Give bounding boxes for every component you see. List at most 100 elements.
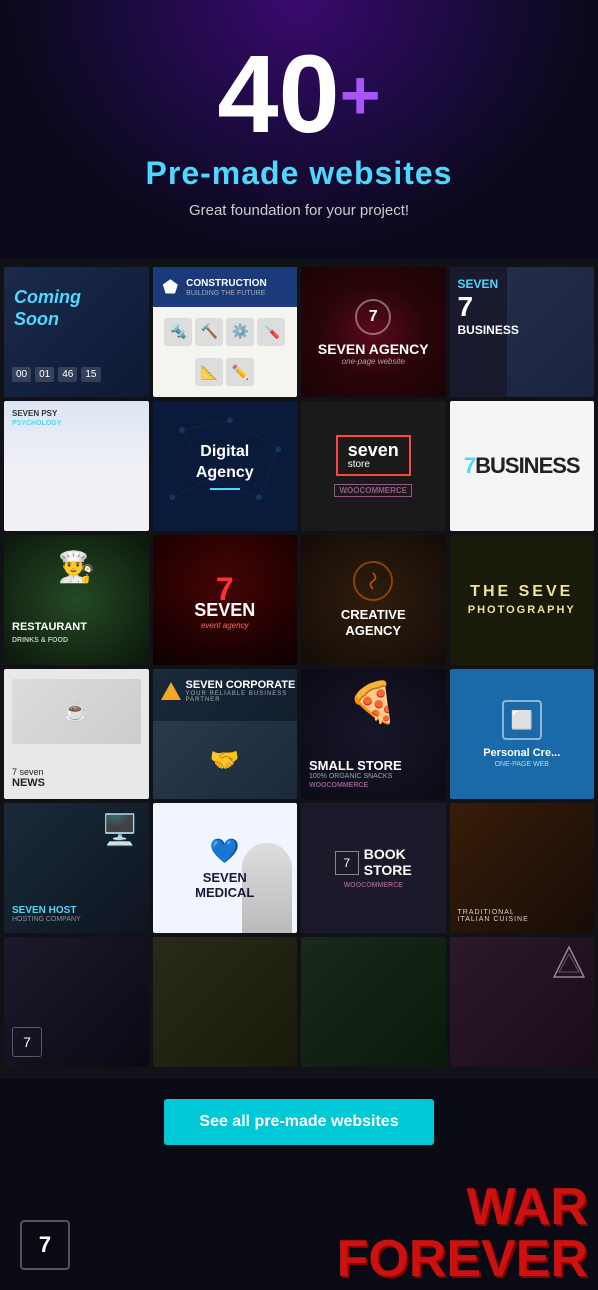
italian-label: TraditionalItalian Cuisine: [458, 909, 587, 923]
grid-row-3: 👨‍🍳 RESTAURANTdrinks & food 7 SEVEN even…: [4, 535, 594, 665]
personal-icon: ⬜: [502, 700, 542, 740]
psy-sub: PSYCHOLOGY: [12, 420, 61, 427]
host-sub: HOSTING COMPANY: [12, 916, 81, 923]
tile-coming-soon[interactable]: ComingSoon 00 01 46 15: [4, 267, 149, 397]
da-line: [210, 488, 240, 490]
tile-news[interactable]: ☕ 7 seven NEWS: [4, 669, 149, 799]
tile-dark3[interactable]: [301, 937, 446, 1067]
tile-digital-agency[interactable]: DigitalAgency: [153, 401, 298, 531]
hero-plus: +: [340, 55, 381, 135]
italian-content: TraditionalItalian Cuisine: [458, 909, 587, 923]
tool-2: 🔨: [195, 318, 223, 346]
hero-count: 40: [217, 40, 339, 150]
book-store-label: BOOKSTORE: [364, 847, 412, 878]
tile-photography[interactable]: THE SEVE PHOTOGRAPHY: [450, 535, 595, 665]
corporate-text: SEVEN CORPORATE YOUR RELIABLE BUSINESS P…: [186, 679, 298, 703]
store-sub: store: [348, 459, 399, 470]
small-store-content: SMALL STORE 100% ORGANIC SNACKS WOOCOMME…: [309, 758, 438, 789]
news-7: 7 seven: [12, 767, 45, 777]
tile-dark2[interactable]: [153, 937, 298, 1067]
seven-badge: 7: [20, 1220, 70, 1270]
chef-icon: 👨‍🍳: [58, 550, 95, 585]
restaurant-label: RESTAURANTdrinks & food: [12, 621, 87, 645]
tile-host[interactable]: 🖥️ SEVEN HOST HOSTING COMPANY: [4, 803, 149, 933]
host-name: SEVEN HOST: [12, 905, 81, 916]
7business-logo: 7BUSINESS: [464, 453, 580, 479]
see-all-websites-button[interactable]: See all pre-made websites: [164, 1099, 433, 1145]
hero-number-container: 40+: [20, 40, 578, 150]
news-image: ☕: [12, 679, 141, 744]
tile-seven-event[interactable]: 7 SEVEN event agency: [153, 535, 298, 665]
tool-6: ✏️: [226, 358, 254, 386]
tile-seven-psy[interactable]: SEVEN PSYPSYCHOLOGY: [4, 401, 149, 531]
business-content: SEVEN 7 BUSINESS: [458, 277, 519, 337]
war-text: WAR: [337, 1181, 588, 1233]
cta-section: See all pre-made websites: [0, 1079, 598, 1170]
host-label: SEVEN HOST HOSTING COMPANY: [12, 905, 81, 923]
tile-seven-store[interactable]: seven store WOOCOMMERCE: [301, 401, 446, 531]
heartbeat-icon: 💙: [195, 837, 254, 866]
coffee-icon: ☕: [64, 699, 89, 724]
forever-text: FOREVER: [337, 1233, 588, 1285]
seven-agency-sub: one-page website: [342, 357, 405, 366]
grid-row-4: ☕ 7 seven NEWS SEVEN CORPORATE YOUR RELI…: [4, 669, 594, 799]
business-bg: [507, 267, 594, 397]
personal-label: Personal Cre...: [483, 746, 560, 760]
corp-triangle-icon: [161, 682, 181, 700]
seven-agency-name: SEVEN AGENCY: [318, 341, 429, 357]
news-logo: 7 seven NEWS: [12, 767, 45, 789]
construction-title: CONSTRUCTION BUILDING THE FUTURE: [186, 278, 267, 297]
hero-tagline: Great foundation for your project!: [20, 202, 578, 219]
event-seven: SEVEN: [194, 600, 255, 621]
small-store-woo: WOOCOMMERCE: [309, 782, 438, 789]
pizza-icon: 🍕: [348, 679, 398, 726]
construction-header: ⬟ CONSTRUCTION BUILDING THE FUTURE: [153, 267, 298, 307]
book-icon: 7: [335, 851, 359, 875]
tile-seven-agency[interactable]: 7 SEVEN AGENCY one-page website: [301, 267, 446, 397]
hero-subtitle: Pre-made websites: [20, 155, 578, 192]
photography-text: PHOTOGRAPHY: [468, 603, 576, 617]
tile-personal[interactable]: ⬜ Personal Cre... ONE-PAGE WEB: [450, 669, 595, 799]
tile-corporate[interactable]: SEVEN CORPORATE YOUR RELIABLE BUSINESS P…: [153, 669, 298, 799]
restaurant-sub: drinks & food: [12, 637, 68, 644]
tile-creative-agency[interactable]: CREATIVEAGENCY: [301, 535, 446, 665]
personal-sub: ONE-PAGE WEB: [495, 761, 549, 768]
seven-circle: 7: [355, 299, 391, 335]
small-store-name: SMALL STORE: [309, 758, 438, 773]
tile-book-store[interactable]: 7 BOOKSTORE WOOCOMMERCE: [301, 803, 446, 933]
tool-3: ⚙️: [226, 318, 254, 346]
psy-label: SEVEN PSYPSYCHOLOGY: [12, 409, 61, 427]
dark1-icon: 7: [12, 1027, 42, 1057]
tool-4: 🪛: [257, 318, 285, 346]
server-icon: 🖥️: [101, 813, 138, 848]
tile-small-store[interactable]: 🍕 SMALL STORE 100% ORGANIC SNACKS WOOCOM…: [301, 669, 446, 799]
tile-medical[interactable]: 💙 SEVENMEDICAL: [153, 803, 298, 933]
tile-restaurant[interactable]: 👨‍🍳 RESTAURANTdrinks & food: [4, 535, 149, 665]
medical-content: 💙 SEVENMEDICAL: [195, 837, 254, 900]
corporate-content: SEVEN CORPORATE YOUR RELIABLE BUSINESS P…: [161, 679, 298, 703]
handshake-area: 🤝: [153, 721, 298, 799]
digital-agency-label: DigitalAgency: [196, 442, 254, 484]
tile-7business[interactable]: 7BUSINESS: [450, 401, 595, 531]
tool-1: 🔩: [164, 318, 192, 346]
store-box: seven store: [336, 435, 411, 476]
construction-name: CONSTRUCTION: [186, 278, 267, 290]
small-store-sub: 100% ORGANIC SNACKS: [309, 773, 438, 780]
corporate-name: SEVEN CORPORATE: [186, 679, 298, 691]
tile-dark1[interactable]: 7: [4, 937, 149, 1067]
countdown: 00 01 46 15: [12, 367, 101, 382]
ca-swirl-icon: [363, 571, 383, 591]
book-store-header: 7 BOOKSTORE: [335, 847, 412, 878]
grid-row-1: ComingSoon 00 01 46 15 ⬟ CONSTRUCTION BU…: [4, 267, 594, 397]
tools-area: 🔩 🔨 ⚙️ 🪛 📐 ✏️: [153, 307, 298, 397]
tile-dark4[interactable]: [450, 937, 595, 1067]
grid-row-6: 7: [4, 937, 594, 1067]
tile-italian[interactable]: TraditionalItalian Cuisine: [450, 803, 595, 933]
tile-seven-business[interactable]: SEVEN 7 BUSINESS: [450, 267, 595, 397]
seven-label: SEVEN: [458, 277, 519, 291]
grid-row-2: SEVEN PSYPSYCHOLOGY DigitalAgency: [4, 401, 594, 531]
woo-badge: WOOCOMMERCE: [334, 484, 412, 497]
event-sub: event agency: [201, 621, 249, 630]
war-forever-logo: WAR FOREVER: [337, 1181, 588, 1285]
tile-construction[interactable]: ⬟ CONSTRUCTION BUILDING THE FUTURE 🔩 🔨 ⚙…: [153, 267, 298, 397]
